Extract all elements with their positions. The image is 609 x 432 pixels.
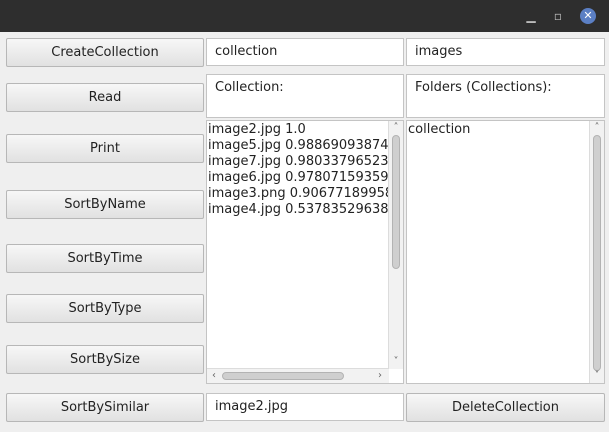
list-item[interactable]: collection <box>407 122 590 138</box>
sort-by-size-button[interactable]: SortBySize <box>6 345 204 374</box>
list-item[interactable]: image6.jpg 0.97807159359 <box>207 170 389 186</box>
minimize-icon[interactable]: ▁ <box>524 9 538 23</box>
image-list-horizontal-scrollbar[interactable]: ‹ › <box>207 368 389 383</box>
collection-name-field[interactable]: collection <box>206 38 404 66</box>
print-button[interactable]: Print <box>6 134 204 163</box>
sort-by-time-button[interactable]: SortByTime <box>6 244 204 273</box>
sort-by-similar-button[interactable]: SortBySimilar <box>6 393 204 422</box>
delete-collection-button[interactable]: DeleteCollection <box>406 393 605 422</box>
read-button[interactable]: Read <box>6 83 204 112</box>
scroll-left-icon[interactable]: ‹ <box>207 370 221 382</box>
list-item[interactable]: image3.png 0.90677189958 <box>207 186 393 202</box>
list-item[interactable]: image5.jpg 0.98869093874 <box>207 138 389 154</box>
folders-label: Folders (Collections): <box>415 80 552 95</box>
collection-label: Collection: <box>215 80 284 95</box>
folders-text-area[interactable]: Folders (Collections): <box>406 74 605 118</box>
list-item[interactable]: image4.jpg 0.53783529638 <box>207 202 389 218</box>
similar-image-field[interactable]: image2.jpg <box>206 393 404 421</box>
image-list-vertical-scrollbar[interactable]: ˄ ˅ <box>388 121 403 369</box>
close-icon[interactable]: ✕ <box>580 8 596 24</box>
scroll-down-icon[interactable]: ˅ <box>389 356 403 368</box>
scroll-up-icon[interactable]: ˄ <box>389 122 403 134</box>
scroll-right-icon[interactable]: › <box>373 370 387 382</box>
scrollbar-thumb[interactable] <box>392 135 400 269</box>
title-bar: ▁ ▫ ✕ <box>0 0 609 32</box>
list-item[interactable]: image2.jpg 1.0 <box>207 122 389 138</box>
collection-text-area[interactable]: Collection: <box>206 74 404 118</box>
image-list[interactable]: image2.jpg 1.0 image5.jpg 0.98869093874 im… <box>206 120 404 384</box>
sort-by-type-button[interactable]: SortByType <box>6 294 204 323</box>
collection-list[interactable]: collection ˄ ˅ <box>406 120 605 384</box>
scroll-down-icon[interactable]: ˅ <box>590 370 604 382</box>
scrollbar-thumb[interactable] <box>222 372 344 380</box>
sort-by-name-button[interactable]: SortByName <box>6 190 204 219</box>
scrollbar-thumb[interactable] <box>593 135 601 371</box>
folder-name-field[interactable]: images <box>406 38 605 66</box>
scroll-up-icon[interactable]: ˄ <box>590 122 604 134</box>
restore-icon[interactable]: ▫ <box>551 9 565 23</box>
list-item[interactable]: image7.jpg 0.98033796523 <box>207 154 389 170</box>
collection-list-vertical-scrollbar[interactable]: ˄ ˅ <box>589 121 604 383</box>
create-collection-button[interactable]: CreateCollection <box>6 38 204 67</box>
